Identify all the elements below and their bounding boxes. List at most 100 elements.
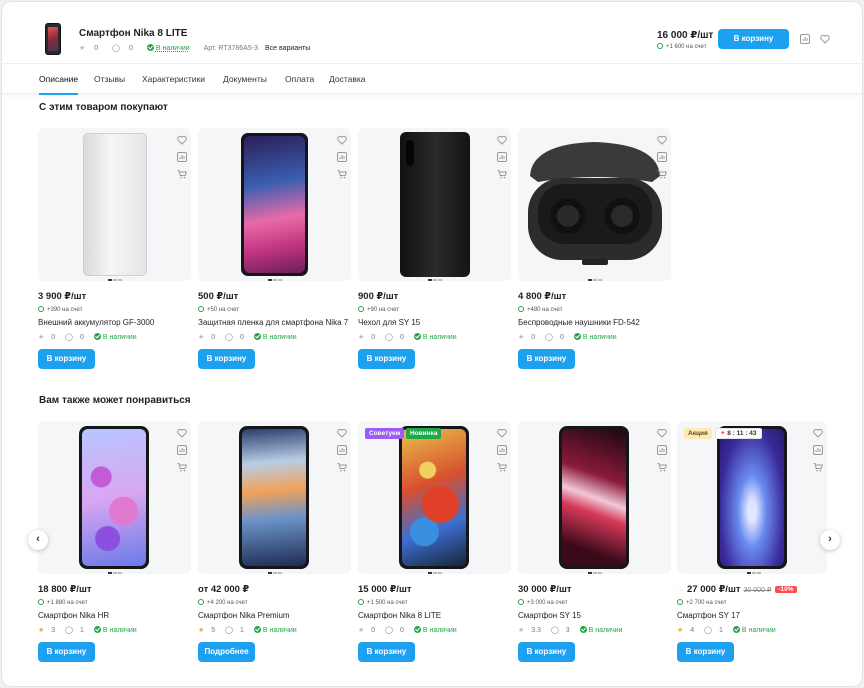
compare-icon[interactable] — [177, 152, 187, 162]
pager-dot[interactable] — [118, 572, 122, 574]
product-image[interactable] — [518, 128, 671, 281]
add-to-cart-button[interactable]: В корзину — [358, 642, 415, 662]
product-name[interactable]: Внешний аккумулятор GF-3000 — [38, 318, 154, 327]
pager-dot[interactable] — [433, 279, 437, 281]
quick-cart-icon[interactable] — [177, 169, 187, 179]
pager-dot[interactable] — [598, 572, 602, 574]
product-card[interactable]: Советуем Новинка 15 000 ₽/шт +1 500 на с… — [358, 421, 511, 662]
product-name[interactable]: Смартфон Nika 8 LITE — [358, 611, 441, 620]
image-pager[interactable] — [747, 572, 761, 574]
quick-cart-icon[interactable] — [177, 462, 187, 472]
add-to-cart-button[interactable]: В корзину — [677, 642, 734, 662]
product-name[interactable]: Беспроводные наушники FD-542 — [518, 318, 640, 327]
pager-dot[interactable] — [588, 279, 592, 281]
favorite-icon[interactable] — [657, 135, 667, 145]
pager-dot[interactable] — [428, 572, 432, 574]
pager-dot[interactable] — [113, 572, 117, 574]
pager-dot[interactable] — [438, 279, 442, 281]
product-image[interactable] — [358, 128, 511, 281]
favorite-icon[interactable] — [337, 428, 347, 438]
product-name[interactable]: Чехол для SY 15 — [358, 318, 420, 327]
tab-specs[interactable]: Характеристики — [142, 74, 205, 84]
image-pager[interactable] — [588, 572, 602, 574]
product-name[interactable]: Смартфон SY 17 — [677, 611, 740, 620]
compare-icon[interactable] — [800, 34, 810, 44]
pager-dot[interactable] — [588, 572, 592, 574]
image-pager[interactable] — [268, 572, 282, 574]
favorite-icon[interactable] — [177, 135, 187, 145]
all-variants-link[interactable]: Все варианты — [265, 45, 310, 52]
compare-icon[interactable] — [497, 445, 507, 455]
product-image[interactable] — [518, 421, 671, 574]
pager-dot[interactable] — [118, 279, 122, 281]
add-to-cart-button[interactable]: В корзину — [518, 349, 575, 369]
product-card[interactable]: 3 900 ₽/шт +390 на счет Внешний аккумуля… — [38, 128, 191, 369]
details-button[interactable]: Подробнее — [198, 642, 255, 662]
favorite-icon[interactable] — [177, 428, 187, 438]
product-card[interactable]: от 42 000 ₽ +4 200 на счет Смартфон Nika… — [198, 421, 351, 662]
add-to-cart-button[interactable]: В корзину — [38, 349, 95, 369]
quick-cart-icon[interactable] — [337, 462, 347, 472]
add-to-cart-button[interactable]: В корзину — [198, 349, 255, 369]
image-pager[interactable] — [428, 572, 442, 574]
quick-cart-icon[interactable] — [497, 462, 507, 472]
pager-dot[interactable] — [268, 279, 272, 281]
product-image[interactable]: Акция ✦ 8 : 11 : 43 — [677, 421, 827, 574]
product-card[interactable]: 500 ₽/шт +50 на счет Защитная пленка для… — [198, 128, 351, 369]
quick-cart-icon[interactable] — [497, 169, 507, 179]
pager-dot[interactable] — [747, 572, 751, 574]
favorite-icon[interactable] — [497, 428, 507, 438]
pager-dot[interactable] — [278, 572, 282, 574]
image-pager[interactable] — [428, 279, 442, 281]
add-to-cart-button[interactable]: В корзину — [358, 349, 415, 369]
compare-icon[interactable] — [497, 152, 507, 162]
product-image[interactable]: Советуем Новинка — [358, 421, 511, 574]
product-name[interactable]: Смартфон Nika Premium — [198, 611, 290, 620]
more-icon[interactable]: ··· — [677, 587, 684, 594]
add-to-cart-button[interactable]: В корзину — [518, 642, 575, 662]
tab-payment[interactable]: Оплата — [285, 74, 314, 84]
product-card[interactable]: 900 ₽/шт +90 на счет Чехол для SY 15 ★ 0… — [358, 128, 511, 369]
pager-dot[interactable] — [438, 572, 442, 574]
pager-dot[interactable] — [113, 279, 117, 281]
product-card[interactable]: Акция ✦ 8 : 11 : 43 ··· 27 000 ₽/шт 30 000… — [677, 421, 827, 662]
product-name[interactable]: Защитная пленка для смартфона Nika 7 — [198, 318, 348, 327]
pager-dot[interactable] — [428, 279, 432, 281]
favorite-icon[interactable] — [337, 135, 347, 145]
favorite-icon[interactable] — [820, 34, 830, 44]
compare-icon[interactable] — [657, 152, 667, 162]
pager-dot[interactable] — [598, 279, 602, 281]
favorite-icon[interactable] — [497, 135, 507, 145]
add-to-cart-button[interactable]: В корзину — [38, 642, 95, 662]
pager-dot[interactable] — [752, 572, 756, 574]
carousel-next-button[interactable]: › — [820, 530, 840, 550]
compare-icon[interactable] — [337, 445, 347, 455]
tab-reviews[interactable]: Отзывы — [94, 74, 125, 84]
image-pager[interactable] — [108, 279, 122, 281]
compare-icon[interactable] — [337, 152, 347, 162]
quick-cart-icon[interactable] — [813, 462, 823, 472]
product-image[interactable] — [38, 128, 191, 281]
product-card[interactable]: 4 800 ₽/шт +480 на счет Беспроводные нау… — [518, 128, 671, 369]
pager-dot[interactable] — [593, 279, 597, 281]
product-card[interactable]: 30 000 ₽/шт +3 000 на счет Смартфон SY 1… — [518, 421, 671, 662]
pager-dot[interactable] — [593, 572, 597, 574]
carousel-prev-button[interactable]: ‹ — [28, 530, 48, 550]
pager-dot[interactable] — [757, 572, 761, 574]
quick-cart-icon[interactable] — [657, 169, 667, 179]
favorite-icon[interactable] — [657, 428, 667, 438]
pager-dot[interactable] — [273, 572, 277, 574]
tab-documents[interactable]: Документы — [223, 74, 267, 84]
favorite-icon[interactable] — [813, 428, 823, 438]
pager-dot[interactable] — [108, 279, 112, 281]
quick-cart-icon[interactable] — [337, 169, 347, 179]
pager-dot[interactable] — [273, 279, 277, 281]
pager-dot[interactable] — [278, 279, 282, 281]
tab-description[interactable]: Описание — [39, 74, 79, 95]
product-image[interactable] — [198, 421, 351, 574]
compare-icon[interactable] — [813, 445, 823, 455]
image-pager[interactable] — [588, 279, 602, 281]
pager-dot[interactable] — [108, 572, 112, 574]
compare-icon[interactable] — [657, 445, 667, 455]
pager-dot[interactable] — [268, 572, 272, 574]
